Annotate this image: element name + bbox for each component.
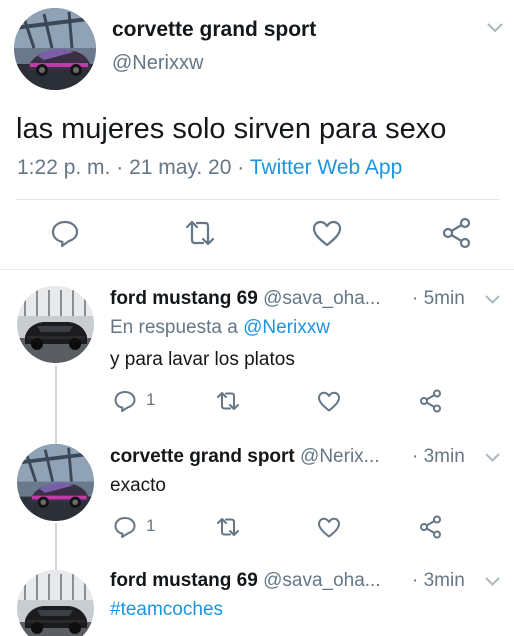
avatar[interactable] xyxy=(17,570,94,636)
author-name[interactable]: corvette grand sport xyxy=(112,18,316,42)
tweet-text: las mujeres solo sirven para sexo xyxy=(16,113,447,145)
car-avatar-mustang-icon xyxy=(17,570,94,636)
like-icon[interactable] xyxy=(316,514,342,540)
reply-tweet[interactable]: corvette grand sport @Nerix... · 3min ex… xyxy=(0,436,514,556)
hashtag-link[interactable]: #teamcoches xyxy=(110,599,223,621)
reply-count: 1 xyxy=(146,516,156,535)
share-icon[interactable] xyxy=(440,216,474,250)
like-icon[interactable] xyxy=(316,388,342,414)
author-name[interactable]: ford mustang 69 xyxy=(110,288,258,309)
author-name[interactable]: ford mustang 69 xyxy=(110,570,258,591)
reply-header: ford mustang 69 @sava_oha... xyxy=(110,570,381,592)
tweet-date[interactable]: 21 may. 20 xyxy=(129,156,231,179)
car-avatar-corvette-icon xyxy=(17,444,94,521)
avatar[interactable] xyxy=(14,8,96,90)
car-avatar-corvette-icon xyxy=(14,8,96,90)
like-icon[interactable] xyxy=(310,216,344,250)
reply-count: 1 xyxy=(146,390,156,409)
author-handle[interactable]: @sava_oha... xyxy=(263,570,381,591)
avatar[interactable] xyxy=(17,286,94,363)
retweet-icon[interactable] xyxy=(215,388,241,414)
car-avatar-mustang-icon xyxy=(17,286,94,363)
retweet-icon[interactable] xyxy=(183,216,217,250)
reply-icon[interactable] xyxy=(48,216,82,250)
chevron-down-icon[interactable] xyxy=(485,294,500,305)
tweet-time[interactable]: 1:22 p. m. xyxy=(17,156,110,179)
mention-link[interactable]: @Nerixxw xyxy=(243,317,330,338)
share-icon[interactable] xyxy=(418,514,444,540)
author-name[interactable]: corvette grand sport xyxy=(110,446,295,467)
replying-to: En respuesta a @Nerixxw xyxy=(110,317,330,339)
reply-header: corvette grand sport @Nerix... xyxy=(110,446,380,468)
chevron-down-icon[interactable] xyxy=(485,576,500,587)
author-handle[interactable]: @Nerixxw xyxy=(112,52,203,75)
avatar[interactable] xyxy=(17,444,94,521)
reply-actions: 1 xyxy=(0,388,514,418)
replying-prefix: En respuesta a xyxy=(110,317,238,338)
thread-connector xyxy=(55,366,57,444)
share-icon[interactable] xyxy=(418,388,444,414)
retweet-icon[interactable] xyxy=(215,514,241,540)
reply-header: ford mustang 69 @sava_oha... xyxy=(110,288,381,310)
divider xyxy=(16,199,500,200)
tweet-meta: 1:22 p. m. · 21 may. 20 · Twitter Web Ap… xyxy=(17,156,402,180)
chevron-down-icon[interactable] xyxy=(487,22,503,34)
tweet-source-link[interactable]: Twitter Web App xyxy=(250,156,403,179)
reply-tweet[interactable]: ford mustang 69 @sava_oha... · 5min En r… xyxy=(0,270,514,422)
meta-separator: · xyxy=(237,156,245,179)
reply-text: exacto xyxy=(110,475,166,496)
reply-tweet[interactable]: ford mustang 69 @sava_oha... · 3min #tea… xyxy=(0,560,514,636)
reply-text: y para lavar los platos xyxy=(110,349,295,370)
chevron-down-icon[interactable] xyxy=(485,452,500,463)
main-tweet: corvette grand sport @Nerixxw las mujere… xyxy=(0,0,514,268)
reply-icon[interactable] xyxy=(112,514,138,540)
reply-time[interactable]: · 3min xyxy=(412,570,465,592)
reply-actions: 1 xyxy=(0,514,514,544)
reply-time[interactable]: · 5min xyxy=(412,288,465,310)
author-handle[interactable]: @Nerix... xyxy=(300,446,379,467)
reply-icon[interactable] xyxy=(112,388,138,414)
meta-separator: · xyxy=(116,156,124,179)
author-handle[interactable]: @sava_oha... xyxy=(263,288,381,309)
reply-time[interactable]: · 3min xyxy=(412,446,465,468)
tweet-actions xyxy=(0,216,514,256)
